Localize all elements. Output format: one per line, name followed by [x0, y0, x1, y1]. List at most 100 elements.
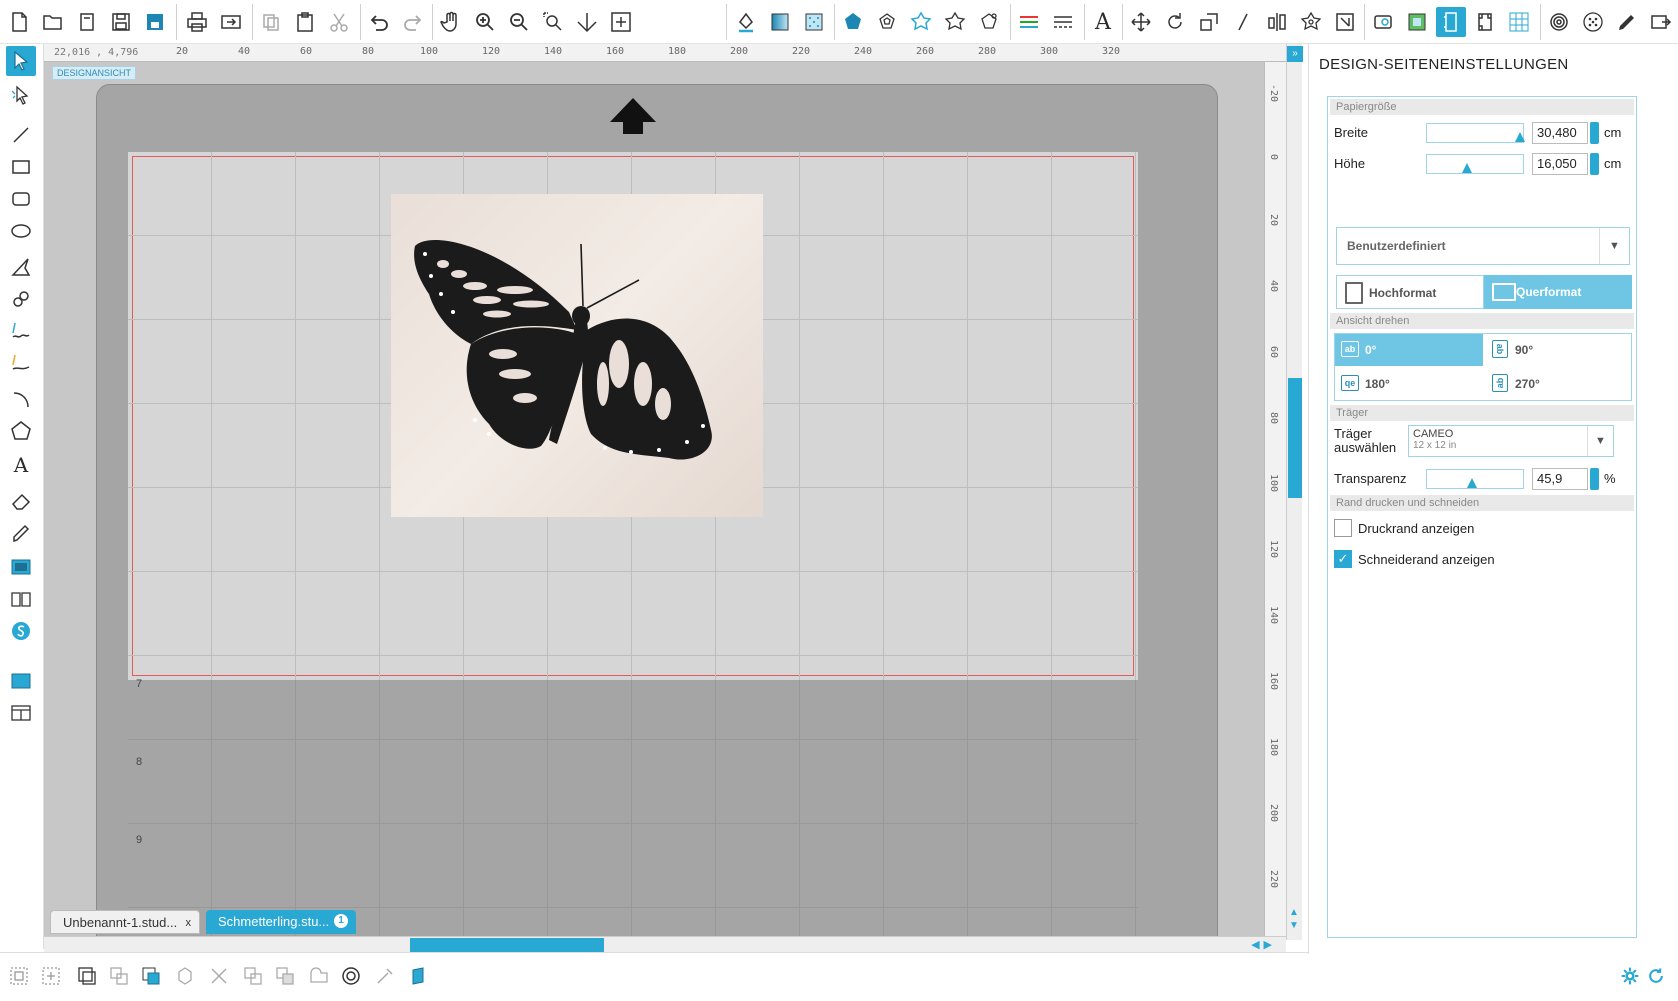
- pixscan-icon[interactable]: [1578, 7, 1608, 37]
- shear-icon[interactable]: [1228, 7, 1258, 37]
- height-stepper[interactable]: [1590, 153, 1599, 175]
- scroll-left-icon[interactable]: ◀: [1251, 938, 1259, 951]
- knife-tool-icon[interactable]: [6, 518, 36, 548]
- carrier-select[interactable]: CAMEO 12 x 12 in ▼: [1408, 425, 1614, 457]
- zoom-drag-icon[interactable]: [572, 7, 602, 37]
- zoom-out-icon[interactable]: [504, 7, 534, 37]
- width-slider-thumb[interactable]: [1515, 132, 1525, 142]
- delete-icon[interactable]: [204, 961, 234, 991]
- polygon-tool-icon[interactable]: [6, 252, 36, 282]
- grid-settings-icon[interactable]: [1504, 7, 1534, 37]
- freehand-tool-icon[interactable]: [6, 316, 36, 346]
- vertical-scroll-thumb[interactable]: [1288, 378, 1302, 498]
- sketch-icon[interactable]: [940, 7, 970, 37]
- transparency-stepper[interactable]: [1590, 468, 1599, 490]
- cut-icon[interactable]: [324, 7, 354, 37]
- tab-close-button[interactable]: x: [186, 911, 192, 935]
- horizontal-scroll-thumb[interactable]: [410, 938, 604, 952]
- smooth-freehand-tool-icon[interactable]: [6, 348, 36, 378]
- offset-icon[interactable]: [906, 7, 936, 37]
- rounded-rectangle-tool-icon[interactable]: [6, 184, 36, 214]
- split-view-icon[interactable]: [6, 698, 36, 728]
- silhouette-store-icon[interactable]: [6, 616, 36, 646]
- nesting-icon[interactable]: [1330, 7, 1360, 37]
- trace-icon[interactable]: [974, 7, 1004, 37]
- scroll-up-icon[interactable]: ▲: [1289, 906, 1299, 919]
- cut-border-checkbox[interactable]: ✓: [1334, 550, 1352, 568]
- single-view-icon[interactable]: [6, 666, 36, 696]
- line-dash-icon[interactable]: [1048, 7, 1078, 37]
- save-cloud-icon[interactable]: [140, 7, 170, 37]
- rotate-180-button[interactable]: qe 180°: [1335, 368, 1483, 400]
- chevron-down-icon[interactable]: ▼: [1587, 426, 1613, 456]
- horizontal-scrollbar[interactable]: ◀ ▶: [44, 936, 1286, 952]
- arc-tool-icon[interactable]: [6, 384, 36, 414]
- rotate-0-button[interactable]: ab 0°: [1335, 334, 1483, 366]
- width-stepper[interactable]: [1590, 122, 1599, 144]
- undo-icon[interactable]: [364, 7, 394, 37]
- transparency-input[interactable]: 45,9: [1532, 468, 1588, 490]
- height-slider[interactable]: [1426, 154, 1524, 174]
- new-document-icon[interactable]: [4, 7, 34, 37]
- bring-forward-icon[interactable]: [270, 961, 300, 991]
- trace-tool-icon[interactable]: [370, 961, 400, 991]
- rotate-270-button[interactable]: ab 270°: [1485, 368, 1633, 400]
- scroll-down-icon[interactable]: ▼: [1289, 919, 1299, 932]
- modify-icon[interactable]: [1368, 7, 1398, 37]
- width-slider[interactable]: [1426, 123, 1525, 143]
- text-style-icon[interactable]: A: [1088, 7, 1118, 37]
- weld-icon[interactable]: [304, 961, 334, 991]
- tab-schmetterling[interactable]: Schmetterling.stu... 1: [206, 910, 356, 934]
- line-style-icon[interactable]: [872, 7, 902, 37]
- point-edit-tool-icon[interactable]: [6, 80, 36, 110]
- gradient-fill-icon[interactable]: [765, 7, 795, 37]
- send-backward-icon[interactable]: [238, 961, 268, 991]
- zoom-selection-icon[interactable]: [538, 7, 568, 37]
- fit-to-window-icon[interactable]: [606, 7, 636, 37]
- design-view-icon[interactable]: [6, 552, 36, 582]
- page-setup-icon[interactable]: [1436, 7, 1466, 37]
- regular-polygon-tool-icon[interactable]: [6, 416, 36, 446]
- portrait-button[interactable]: Hochformat: [1336, 275, 1484, 309]
- expand-panel-icon[interactable]: »: [1287, 46, 1303, 62]
- refresh-icon[interactable]: [1646, 966, 1666, 991]
- transparency-slider[interactable]: [1426, 469, 1524, 489]
- line-color-icon[interactable]: [838, 7, 868, 37]
- eraser-tool-icon[interactable]: [6, 486, 36, 516]
- vertical-scrollbar[interactable]: » ▲ ▼: [1286, 44, 1303, 940]
- save-icon[interactable]: [106, 7, 136, 37]
- width-input[interactable]: 30,480: [1532, 122, 1588, 144]
- layer-panel-icon[interactable]: [404, 961, 434, 991]
- transparency-slider-thumb[interactable]: [1467, 478, 1478, 488]
- bring-to-front-icon[interactable]: [136, 961, 166, 991]
- landscape-button[interactable]: Querformat: [1484, 275, 1632, 309]
- print-icon[interactable]: [182, 7, 212, 37]
- release-compound-icon[interactable]: [104, 961, 134, 991]
- ungroup-icon[interactable]: [36, 961, 66, 991]
- registration-marks-icon[interactable]: [1470, 7, 1500, 37]
- pan-hand-icon[interactable]: [436, 7, 466, 37]
- settings-gear-icon[interactable]: [1620, 966, 1640, 991]
- library-view-icon[interactable]: [6, 584, 36, 614]
- height-input[interactable]: 16,050: [1532, 153, 1588, 175]
- group-icon[interactable]: [4, 961, 34, 991]
- butterfly-image[interactable]: [391, 194, 763, 517]
- paper-size-select[interactable]: Benutzerdefiniert ▼: [1336, 227, 1630, 265]
- print-border-checkbox[interactable]: [1334, 519, 1352, 537]
- send-icon[interactable]: [1646, 7, 1676, 37]
- replicate-icon[interactable]: [1296, 7, 1326, 37]
- scale-icon[interactable]: [1194, 7, 1224, 37]
- chevron-down-icon[interactable]: ▼: [1599, 228, 1629, 264]
- zoom-in-icon[interactable]: [470, 7, 500, 37]
- rotate-icon[interactable]: [1160, 7, 1190, 37]
- send-to-cutter-icon[interactable]: [216, 7, 246, 37]
- ellipse-tool-icon[interactable]: [6, 216, 36, 246]
- curve-tool-icon[interactable]: [6, 284, 36, 314]
- height-slider-thumb[interactable]: [1462, 163, 1473, 173]
- pattern-fill-icon[interactable]: [799, 7, 829, 37]
- library-icon[interactable]: [72, 7, 102, 37]
- select-tool-icon[interactable]: [6, 46, 36, 76]
- duplicate-icon[interactable]: [172, 961, 202, 991]
- design-store-icon[interactable]: [1544, 7, 1574, 37]
- line-tool-icon[interactable]: [6, 120, 36, 150]
